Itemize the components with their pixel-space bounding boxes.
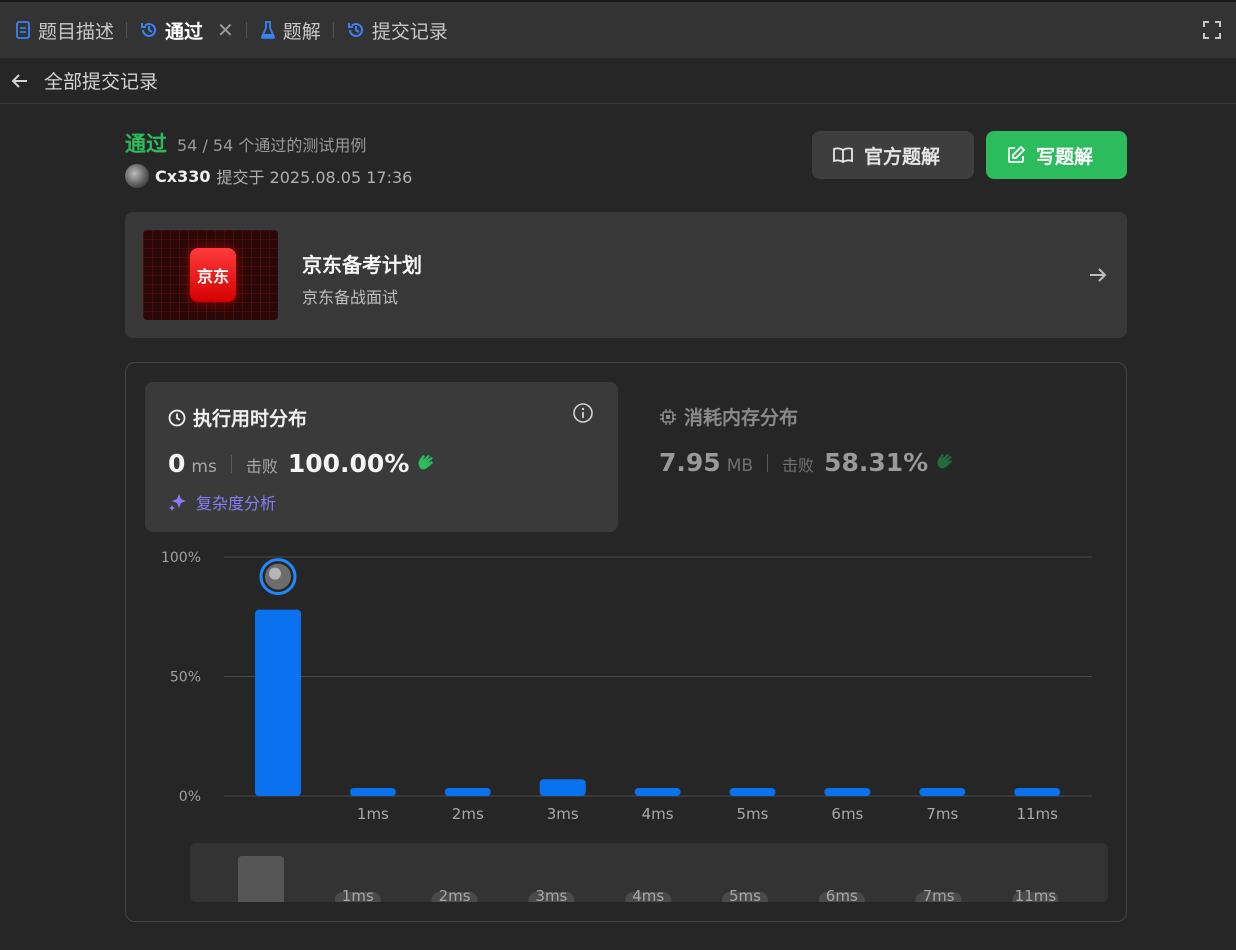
close-icon[interactable]: ✕ <box>217 18 234 42</box>
stats-panel: 执行用时分布 0 ms 击败 100.00% 复杂度分析 消耗内存分布 7.95… <box>125 362 1127 922</box>
test-cases: 54 / 54 个通过的测试用例 <box>177 136 367 155</box>
username[interactable]: Cx330 <box>155 167 210 186</box>
runtime-beat: 100.00% <box>287 449 410 478</box>
edit-icon <box>1008 145 1026 163</box>
history-icon <box>141 22 156 37</box>
runtime-title-text: 执行用时分布 <box>193 408 308 430</box>
tab-divider <box>126 22 128 38</box>
scroller-tick-label: 6ms <box>826 887 858 902</box>
scroller-tick-label: 2ms <box>439 887 471 902</box>
runtime-title: 执行用时分布 <box>168 404 307 431</box>
tab-bar: 题目描述 通过 ✕ 题解 提交记录 <box>0 0 1236 58</box>
official-solution-label: 官方题解 <box>864 145 941 168</box>
official-solution-button[interactable]: 官方题解 <box>812 131 974 179</box>
banner-subtitle: 京东备战面试 <box>302 288 399 307</box>
promo-banner[interactable]: 京东 京东备考计划 京东备战面试 <box>125 212 1127 338</box>
sparkle-icon <box>169 494 186 511</box>
tab-submissions-label: 提交记录 <box>371 20 448 43</box>
range-scroller[interactable]: 1ms 2ms 3ms 4ms 5ms 6ms 7ms 11ms <box>190 843 1108 902</box>
beat-label: 击败 <box>245 457 278 476</box>
info-icon[interactable] <box>572 402 594 424</box>
runtime-value: 0 <box>168 449 186 478</box>
beat-label: 击败 <box>782 456 815 475</box>
tab-description-label: 题目描述 <box>38 20 115 43</box>
book-icon <box>833 147 853 164</box>
memory-values: 7.95 MB 击败 58.31% <box>659 448 956 477</box>
runtime-values: 0 ms 击败 100.00% <box>168 449 437 478</box>
arrow-right-icon[interactable] <box>1087 264 1109 286</box>
back-label[interactable]: 全部提交记录 <box>44 67 158 94</box>
memory-beat: 58.31% <box>824 448 929 477</box>
scroller-preview: 1ms 2ms 3ms 4ms 5ms 6ms 7ms 11ms <box>238 856 1059 902</box>
write-solution-label: 写题解 <box>1036 145 1094 168</box>
tab-submissions[interactable]: 提交记录 <box>346 2 448 58</box>
status-badge: 通过 <box>125 132 167 156</box>
complexity-link[interactable]: 复杂度分析 <box>168 490 276 514</box>
complexity-label: 复杂度分析 <box>196 494 277 513</box>
runtime-card[interactable]: 执行用时分布 0 ms 击败 100.00% 复杂度分析 <box>145 382 618 532</box>
flask-icon <box>260 21 275 39</box>
tab-description[interactable]: 题目描述 <box>14 2 114 58</box>
memory-unit: MB <box>726 456 754 476</box>
write-solution-button[interactable]: 写题解 <box>986 131 1127 179</box>
tab-accepted-label: 通过 <box>165 20 204 43</box>
scroller-tick-label: 11ms <box>1015 887 1057 902</box>
clock-icon <box>168 409 186 426</box>
banner-image: 京东 <box>143 230 278 320</box>
divider <box>230 454 232 473</box>
runtime-unit: ms <box>191 457 217 477</box>
memory-title[interactable]: 消耗内存分布 <box>659 403 798 430</box>
tab-solutions-label: 题解 <box>282 20 321 43</box>
arrow-left-icon[interactable] <box>10 71 30 91</box>
submission-meta: Cx330 提交于 2025.08.05 17:36 <box>125 164 412 188</box>
tab-divider <box>332 22 334 38</box>
tab-divider <box>245 22 247 38</box>
history-icon <box>347 22 363 37</box>
clap-icon <box>937 454 953 469</box>
submission-status: 通过 54 / 54 个通过的测试用例 <box>125 128 366 158</box>
back-row[interactable]: 全部提交记录 <box>0 58 1236 104</box>
jd-logo: 京东 <box>190 248 236 302</box>
scroller-bar <box>238 856 284 902</box>
memory-title-text: 消耗内存分布 <box>684 407 799 429</box>
clap-icon <box>418 455 434 470</box>
tab-solutions[interactable]: 题解 <box>259 2 321 58</box>
scroller-tick-label: 4ms <box>632 887 664 902</box>
divider <box>767 453 769 472</box>
memory-value: 7.95 <box>659 448 721 477</box>
scroller-tick-label: 5ms <box>729 887 761 902</box>
document-icon <box>16 21 30 39</box>
tab-accepted[interactable]: 通过 ✕ <box>139 2 234 58</box>
scroller-tick-label: 1ms <box>342 887 374 902</box>
chip-icon <box>660 408 676 425</box>
scroller-tick-label: 3ms <box>535 887 567 902</box>
avatar[interactable] <box>125 164 149 188</box>
banner-title: 京东备考计划 <box>302 253 422 277</box>
submitted-time: 提交于 2025.08.05 17:36 <box>216 168 413 187</box>
fullscreen-icon[interactable] <box>1202 20 1222 44</box>
scroller-tick-label: 7ms <box>923 887 955 902</box>
